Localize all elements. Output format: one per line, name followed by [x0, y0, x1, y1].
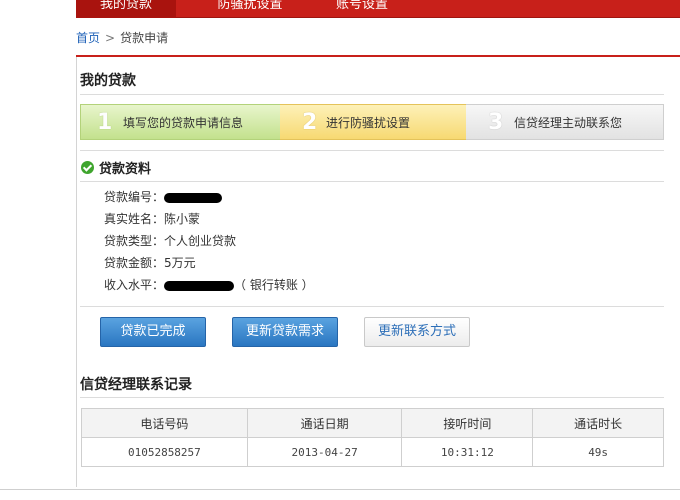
records-divider — [80, 397, 664, 398]
amount-label: 贷款金额： — [104, 256, 165, 270]
step-2-label: 进行防骚扰设置 — [326, 116, 411, 130]
col-duration: 通话时长 — [532, 408, 664, 438]
contact-records-table: 电话号码 通话日期 接听时间 通话时长 01052858257 2013-04-… — [81, 408, 664, 467]
income-label: 收入水平： — [104, 278, 165, 292]
tab-anti-harassment[interactable]: 防骚扰设置 — [200, 0, 300, 18]
loan-completed-button[interactable]: 贷款已完成 — [100, 317, 206, 347]
amount-row: 贷款金额：5万元 — [104, 255, 196, 271]
real-name-label: 真实姓名： — [104, 212, 165, 226]
step-3-number: 3 — [488, 110, 504, 135]
breadcrumb-divider — [76, 55, 680, 57]
breadcrumb-current: 贷款申请 — [120, 31, 169, 45]
content-left-border — [76, 57, 77, 487]
loan-info-title: 贷款资料 — [99, 162, 152, 177]
loan-id-label: 贷款编号： — [104, 190, 165, 204]
tab-my-loans[interactable]: 我的贷款 — [76, 0, 176, 18]
step-2: 2 进行防骚扰设置 — [280, 104, 466, 140]
col-answer-time: 接听时间 — [401, 408, 534, 438]
col-phone: 电话号码 — [81, 408, 248, 438]
page-title: 我的贷款 — [80, 73, 136, 89]
step-1: 1 填写您的贷款申请信息 — [80, 104, 280, 140]
progress-steps: 1 填写您的贷款申请信息 2 进行防骚扰设置 3 信贷经理主动联系您 — [80, 104, 664, 140]
income-row: 收入水平： （ 银行转账 ） — [104, 277, 314, 293]
income-redacted — [164, 280, 235, 291]
col-date: 通话日期 — [246, 408, 403, 438]
breadcrumb-home-link[interactable]: 首页 — [76, 31, 100, 45]
amount-value: 5万元 — [164, 256, 196, 270]
step-3-label: 信贷经理主动联系您 — [514, 116, 623, 130]
update-loan-need-button[interactable]: 更新贷款需求 — [232, 317, 338, 347]
page-bottom-line — [0, 489, 680, 490]
table-header-row: 电话号码 通话日期 接听时间 通话时长 — [81, 408, 664, 438]
cell-phone: 01052858257 — [81, 437, 248, 467]
info-bottom-divider — [80, 306, 664, 307]
step-2-number: 2 — [302, 110, 318, 135]
step-3: 3 信贷经理主动联系您 — [466, 104, 664, 140]
step-1-number: 1 — [97, 110, 113, 135]
records-title: 信贷经理联系记录 — [80, 377, 192, 393]
breadcrumb-separator: > — [105, 31, 116, 45]
step-1-label: 填写您的贷款申请信息 — [123, 116, 244, 130]
real-name-value: 陈小蒙 — [164, 212, 201, 226]
check-circle-icon — [81, 161, 94, 174]
loan-id-redacted — [164, 192, 223, 203]
steps-divider — [80, 150, 664, 151]
loan-info-divider — [80, 181, 664, 182]
cell-duration: 49s — [532, 437, 664, 467]
loan-type-value: 个人创业贷款 — [164, 234, 237, 248]
cell-date: 2013-04-27 — [246, 437, 403, 467]
update-contact-button[interactable]: 更新联系方式 — [364, 317, 470, 347]
income-suffix: （ 银行转账 ） — [234, 278, 314, 292]
table-row: 01052858257 2013-04-27 10:31:12 49s — [81, 437, 664, 467]
loan-type-row: 贷款类型：个人创业贷款 — [104, 233, 236, 249]
loan-type-label: 贷款类型： — [104, 234, 165, 248]
real-name-row: 真实姓名：陈小蒙 — [104, 211, 200, 227]
cell-answer-time: 10:31:12 — [401, 437, 534, 467]
title-divider — [80, 94, 664, 95]
loan-id-row: 贷款编号： — [104, 189, 223, 205]
tab-account-settings[interactable]: 账号设置 — [312, 0, 412, 18]
top-nav: 我的贷款 防骚扰设置 账号设置 — [76, 0, 680, 18]
breadcrumb: 首页 > 贷款申请 — [76, 30, 168, 46]
